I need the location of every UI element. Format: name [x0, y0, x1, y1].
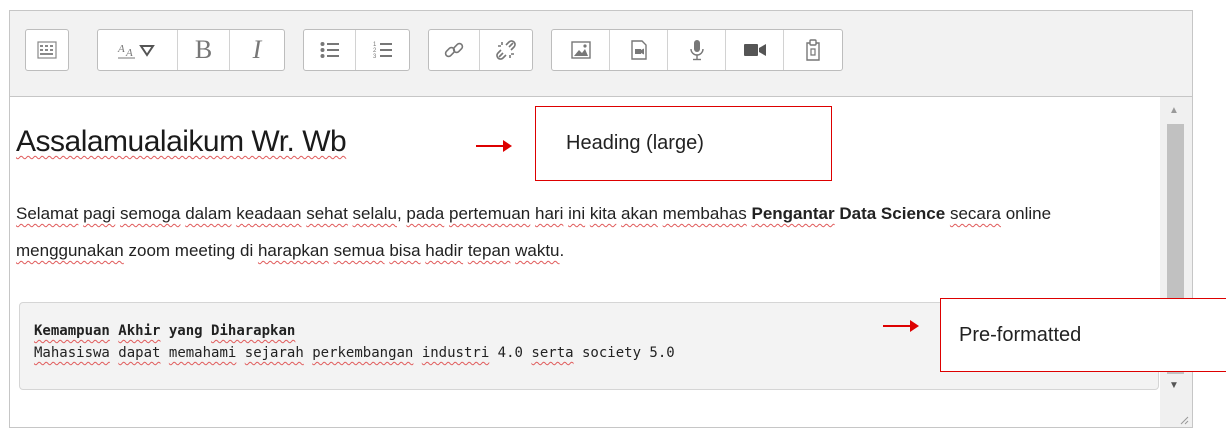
spellcheck-word: serta	[531, 345, 574, 361]
spellcheck-word: harapkan	[257, 241, 329, 260]
spellcheck-word: dapat	[118, 345, 161, 361]
spellcheck-word: hadir	[425, 241, 464, 260]
record-audio-button[interactable]	[668, 30, 726, 70]
unlink-button[interactable]	[480, 30, 532, 70]
vertical-scrollbar[interactable]: ▲ ▼	[1160, 97, 1192, 427]
spellcheck-word: sehat	[306, 204, 348, 223]
spellcheck-word: waktu	[515, 241, 560, 260]
heading-annotation-arrow	[476, 140, 512, 152]
spellcheck-word: ini	[568, 204, 586, 223]
toolbar-group-media	[551, 29, 843, 71]
scroll-up-arrow-icon[interactable]: ▲	[1169, 105, 1179, 116]
text-run: zoom meeting di	[123, 241, 258, 260]
spellcheck-word: tepan	[467, 241, 511, 260]
link-icon	[444, 42, 464, 58]
spellcheck-word: semua	[333, 241, 385, 260]
spellcheck-word: membahas	[662, 204, 747, 223]
link-button[interactable]	[429, 30, 480, 70]
toolbar-group-text: AA B I	[97, 29, 285, 71]
content-heading: Assalamualaikum Wr. Wb	[16, 125, 347, 159]
spellcheck-word: bisa	[389, 241, 421, 260]
files-icon	[806, 39, 820, 61]
spellcheck-word: Pengantar	[751, 204, 835, 223]
ordered-list-button[interactable]: 123	[356, 30, 409, 70]
keyboard-icon	[37, 41, 57, 59]
insert-image-button[interactable]	[552, 30, 610, 70]
svg-text:A: A	[117, 43, 125, 55]
toggle-toolbar-button[interactable]	[26, 30, 68, 70]
toolbar-group-lists: 123	[303, 29, 410, 71]
preformatted-annotation-label: Pre-formatted	[959, 323, 1082, 346]
spellcheck-word: sejarah	[244, 345, 304, 361]
spellcheck-word: Kemampuan	[34, 323, 110, 339]
preformatted-annotation-arrow	[883, 320, 919, 332]
spellcheck-word: pagi	[83, 204, 116, 223]
spellcheck-word: hari	[535, 204, 564, 223]
editor-toolbar: AA B I 123	[10, 11, 1192, 97]
italic-label: I	[252, 35, 262, 64]
spellcheck-word: pertemuan	[448, 204, 531, 223]
text-run	[236, 345, 244, 361]
spellcheck-word: keadaan	[236, 204, 302, 223]
unordered-list-button[interactable]	[304, 30, 356, 70]
spellcheck-word: Diharapkan	[211, 323, 296, 339]
text-run: Data Science	[834, 204, 946, 223]
microphone-icon	[689, 40, 704, 61]
spellcheck-word: Mahasiswa	[34, 345, 110, 361]
bullet-list-icon	[320, 42, 339, 58]
video-camera-icon	[743, 44, 766, 56]
text-run: .	[559, 241, 565, 260]
spellcheck-word: secara	[949, 204, 1001, 223]
text-run	[160, 345, 168, 361]
spellcheck-word: semoga	[119, 204, 181, 223]
heading-text: Assalamualaikum Wr. Wb	[16, 125, 347, 158]
spellcheck-word: dalam	[185, 204, 232, 223]
unlink-icon	[496, 40, 516, 60]
spellcheck-word: memahami	[168, 345, 237, 361]
text-run: 4.0	[489, 345, 532, 361]
svg-text:3: 3	[373, 54, 377, 60]
spellcheck-word: Akhir	[118, 323, 161, 339]
content-paragraph: Selamat pagi semoga dalam keadaan sehat …	[16, 195, 1156, 269]
bold-label: B	[194, 35, 213, 64]
text-run: yang	[160, 323, 212, 339]
text-run: online	[1000, 204, 1052, 223]
spellcheck-word: perkembangan	[312, 345, 414, 361]
insert-media-button[interactable]	[610, 30, 668, 70]
image-icon	[570, 41, 591, 59]
spellcheck-word: Selamat	[16, 204, 79, 223]
preformatted-annotation-callout: Pre-formatted	[940, 298, 1226, 372]
toolbar-group-links	[428, 29, 533, 71]
spellcheck-word: selalu	[352, 204, 397, 223]
resize-handle-icon[interactable]	[1179, 415, 1189, 425]
spellcheck-word: menggunakan	[16, 241, 124, 260]
bold-button[interactable]: B	[178, 30, 230, 70]
spellcheck-word: akan	[621, 204, 658, 223]
media-file-icon	[630, 40, 647, 60]
italic-button[interactable]: I	[230, 30, 284, 70]
manage-files-button[interactable]	[784, 30, 842, 70]
text-run	[413, 345, 421, 361]
spellcheck-word: kita	[589, 204, 617, 223]
text-run: society 5.0	[573, 345, 675, 361]
paragraph-styles-button[interactable]: AA	[98, 30, 178, 70]
text-run: ,	[396, 204, 407, 223]
heading-annotation-callout: Heading (large)	[535, 106, 832, 181]
font-style-dropdown-icon: AA	[117, 43, 155, 59]
svg-text:A: A	[125, 47, 133, 59]
spellcheck-word: pada	[406, 204, 445, 223]
text-run	[304, 345, 312, 361]
scroll-down-arrow-icon[interactable]: ▼	[1169, 380, 1179, 391]
spellcheck-word: industri	[421, 345, 490, 361]
heading-annotation-label: Heading (large)	[566, 132, 704, 154]
record-video-button[interactable]	[726, 30, 784, 70]
numbered-list-icon: 123	[373, 42, 392, 60]
toolbar-group-toggle	[25, 29, 69, 71]
